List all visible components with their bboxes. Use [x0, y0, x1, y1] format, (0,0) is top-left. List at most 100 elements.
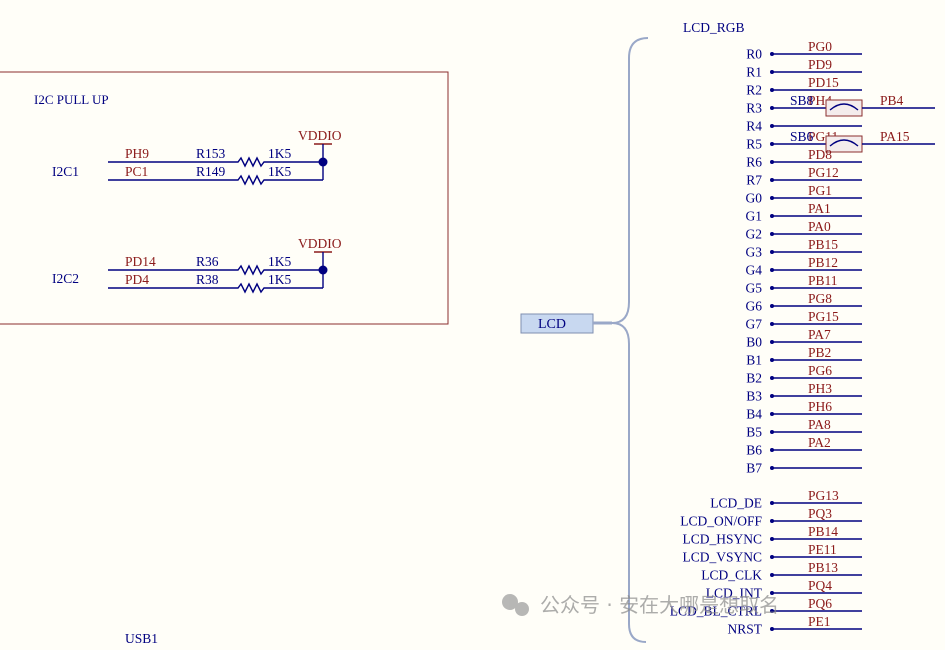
rgb-pin-row: G2 PA0: [746, 219, 862, 242]
ctrl-pin-pin-label: LCD_HSYNC: [682, 532, 762, 547]
bus-bracket: [611, 37, 649, 643]
rgb-pin-row: R0 PG0: [746, 39, 862, 62]
lcd-port[interactable]: LCD: [520, 313, 612, 334]
rgb-pin-pin-label: R2: [746, 83, 762, 98]
i2c1-line1-resistor: R149: [196, 164, 226, 179]
i2c1-line1-net: PC1: [125, 164, 148, 179]
rgb-pin-pin-label: B4: [746, 407, 762, 422]
i2c2-line1-resistor: R38: [196, 272, 219, 287]
solder-bridge-label: SB6: [790, 129, 814, 144]
i2c2-line0-resistor: R36: [196, 254, 219, 269]
rgb-pin-pin-label: G6: [746, 299, 763, 314]
rgb-pin-row: B1 PB2: [746, 345, 862, 368]
i2c-section-title: I2C PULL UP: [34, 92, 109, 107]
rgb-pin-row: G6 PG8: [746, 291, 862, 314]
rgb-pin-pin-label: G7: [746, 317, 763, 332]
rgb-pin-row: B6 PA2: [746, 435, 862, 458]
rgb-pin-row: B4 PH6: [746, 399, 862, 422]
rgb-pin-row: R1 PD9: [746, 57, 862, 80]
ctrl-pin-net-label: PE11: [808, 542, 837, 557]
watermark-text: 公众号 · 安在大哪是想取名: [540, 593, 779, 617]
rgb-pin-net-label: PB12: [808, 255, 838, 270]
i2c1-line1-value: 1K5: [268, 164, 291, 179]
i2c2-line1-value: 1K5: [268, 272, 291, 287]
rgb-pin-row: G3 PB15: [746, 237, 862, 260]
ctrl-pin-net-label: PB13: [808, 560, 838, 575]
rgb-pin-pin-label: G4: [746, 263, 763, 278]
rgb-pin-net-label: PH6: [808, 399, 832, 414]
rgb-pin-row: B3 PH3: [746, 381, 862, 404]
lcd-port-label: LCD: [538, 317, 566, 332]
rgb-pin-net-label: PG15: [808, 309, 839, 324]
rgb-pin-row: B2 PG6: [746, 363, 862, 386]
ctrl-pin-net-label: PG13: [808, 488, 839, 503]
rgb-pin-pin-label: B1: [746, 353, 762, 368]
ctrl-pin-net-label: PB14: [808, 524, 838, 539]
rgb-pin-row: B7: [746, 461, 862, 476]
rgb-pin-row: G0 PG1: [746, 183, 862, 206]
ctrl-pin-pin-label: LCD_DE: [710, 496, 762, 511]
i2c-pullup-section: I2C PULL UP I2C1 VDDIO PH9 R153 1K5 PC1 …: [0, 71, 449, 325]
i2c2-group: I2C2 VDDIO PD14 R36 1K5 PD4 R38 1K5: [52, 236, 342, 294]
rgb-pin-net-label: PA7: [808, 327, 831, 342]
rgb-pin-pin-label: B0: [746, 335, 762, 350]
rgb-pin-net-label: PB15: [808, 237, 838, 252]
rgb-pin-net-label: PD8: [808, 147, 832, 162]
usb1-label: USB1: [125, 631, 158, 645]
rgb-pin-net-label: PG1: [808, 183, 832, 198]
rgb-pin-net-label: PA2: [808, 435, 831, 450]
ctrl-pin-net-label: PQ4: [808, 578, 832, 593]
rgb-pin-net-label: PD15: [808, 75, 839, 90]
i2c1-group: I2C1 VDDIO PH9 R153 1K5 PC1 R149 1K5: [52, 128, 342, 186]
watermark: 公众号 · 安在大哪是想取名: [502, 593, 779, 617]
rgb-pin-pin-label: R0: [746, 47, 762, 62]
rgb-pin-net-label: PD9: [808, 57, 832, 72]
rgb-pin-pin-label: R1: [746, 65, 762, 80]
rgb-pin-pin-label: G2: [746, 227, 763, 242]
ctrl-pin-pin-label: NRST: [727, 622, 762, 637]
rgb-pin-row: G7 PG15: [746, 309, 862, 332]
solder-bridge-label: SB8: [790, 93, 814, 108]
i2c2-line0-net: PD14: [125, 254, 156, 269]
rgb-pin-net-label: PH3: [808, 381, 832, 396]
rgb-pin-row: R5 PG11SB6 PA15: [746, 129, 935, 153]
rgb-pin-pin-label: B3: [746, 389, 762, 404]
solder-bridge: SB8 PB4: [790, 93, 935, 117]
ctrl-pin-row: LCD_DE PG13: [710, 488, 862, 511]
i2c2-supply-label: VDDIO: [298, 236, 342, 251]
rgb-pin-net-label: PG12: [808, 165, 839, 180]
rgb-pin-pin-label: B5: [746, 425, 762, 440]
rgb-pin-pin-label: G3: [746, 245, 763, 260]
rgb-pin-net-label: PB11: [808, 273, 838, 288]
i2c1-line0-value: 1K5: [268, 146, 291, 161]
rgb-pin-pin-label: B2: [746, 371, 762, 386]
rgb-pin-net-label: PB2: [808, 345, 831, 360]
i2c1-line0-net: PH9: [125, 146, 149, 161]
rgb-pin-row: B0 PA7: [746, 327, 862, 350]
i2c2-bus-label: I2C2: [52, 271, 79, 286]
i2c-section-frame: [0, 71, 449, 325]
rgb-pin-pin-label: G5: [746, 281, 763, 296]
rgb-pin-row: G5 PB11: [746, 273, 862, 296]
rgb-pin-pin-label: G1: [746, 209, 763, 224]
ctrl-pin-net-label: PE1: [808, 614, 831, 629]
lcd-rgb-title: LCD_RGB: [683, 20, 745, 35]
rgb-pin-pin-label: B7: [746, 461, 762, 476]
schematic-svg: I2C PULL UP I2C1 VDDIO PH9 R153 1K5 PC1 …: [0, 20, 935, 646]
rgb-pin-pin-label: R3: [746, 101, 762, 116]
i2c2-line0-value: 1K5: [268, 254, 291, 269]
wechat-icon-bubble: [515, 602, 529, 616]
ctrl-pin-net-label: PQ6: [808, 596, 832, 611]
rgb-pin-row: R3 PH4SB8 PB4: [746, 93, 935, 117]
rgb-pin-list: R0 PG0R1 PD9R2 PD15R3 PH4SB8 PB4R4R5 PG11SB6 PA…: [746, 39, 935, 476]
i2c1-line0-resistor: R153: [196, 146, 226, 161]
rgb-pin-row: G1 PA1: [746, 201, 862, 224]
i2c1-bus-label: I2C1: [52, 164, 79, 179]
ctrl-pin-pin-label: LCD_CLK: [701, 568, 762, 583]
rgb-pin-row: B5 PA8: [746, 417, 862, 440]
rgb-pin-pin-label: R7: [746, 173, 762, 188]
i2c1-supply-label: VDDIO: [298, 128, 342, 143]
lcd-rgb-bus: LCD_RGB R0 PG0R1 PD9R2 PD15R3 PH4SB8 PB4R4R5 P…: [611, 20, 935, 643]
rgb-pin-net-label: PA1: [808, 201, 831, 216]
solder-bridge-net-label: PA15: [880, 129, 910, 144]
